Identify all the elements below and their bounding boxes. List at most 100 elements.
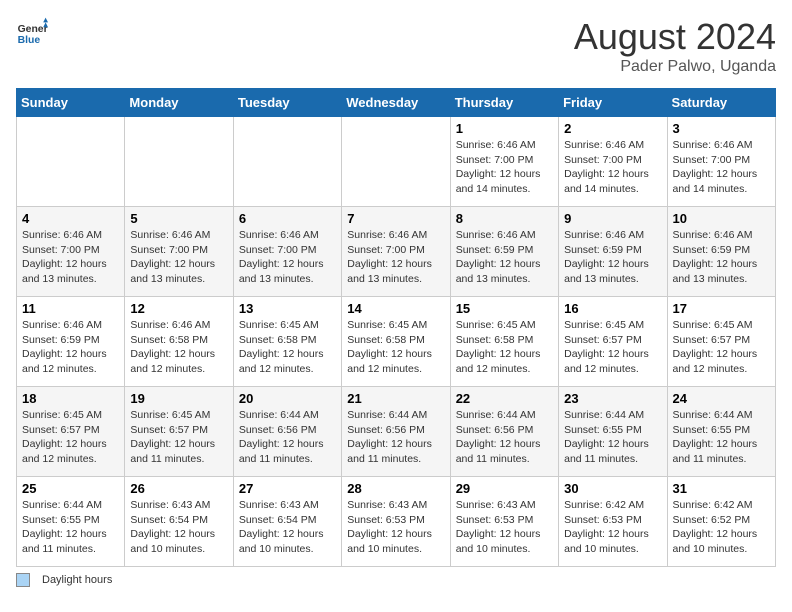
calendar-week-row: 4Sunrise: 6:46 AM Sunset: 7:00 PM Daylig… <box>17 207 776 297</box>
logo-icon: General Blue <box>16 16 48 48</box>
daylight-label: Daylight hours <box>42 574 112 586</box>
day-info: Sunrise: 6:45 AM Sunset: 6:57 PM Dayligh… <box>22 408 119 467</box>
svg-text:Blue: Blue <box>18 35 41 46</box>
calendar-cell <box>233 117 341 207</box>
day-number: 25 <box>22 481 119 496</box>
calendar-cell <box>17 117 125 207</box>
day-info: Sunrise: 6:44 AM Sunset: 6:55 PM Dayligh… <box>564 408 661 467</box>
day-number: 9 <box>564 211 661 226</box>
calendar-cell: 5Sunrise: 6:46 AM Sunset: 7:00 PM Daylig… <box>125 207 233 297</box>
day-number: 29 <box>456 481 553 496</box>
calendar-header-row: SundayMondayTuesdayWednesdayThursdayFrid… <box>17 89 776 117</box>
calendar-cell: 21Sunrise: 6:44 AM Sunset: 6:56 PM Dayli… <box>342 387 450 477</box>
daylight-swatch <box>16 573 30 587</box>
day-info: Sunrise: 6:46 AM Sunset: 6:59 PM Dayligh… <box>22 318 119 377</box>
day-number: 11 <box>22 301 119 316</box>
day-number: 28 <box>347 481 444 496</box>
day-info: Sunrise: 6:45 AM Sunset: 6:58 PM Dayligh… <box>239 318 336 377</box>
day-number: 23 <box>564 391 661 406</box>
day-info: Sunrise: 6:46 AM Sunset: 7:00 PM Dayligh… <box>22 228 119 287</box>
day-header-sunday: Sunday <box>17 89 125 117</box>
calendar-cell <box>342 117 450 207</box>
calendar-cell: 4Sunrise: 6:46 AM Sunset: 7:00 PM Daylig… <box>17 207 125 297</box>
day-number: 16 <box>564 301 661 316</box>
calendar-cell: 6 Sunrise: 6:46 AM Sunset: 7:00 PM Daylig… <box>233 207 341 297</box>
day-info: Sunrise: 6:46 AM Sunset: 7:00 PM Dayligh… <box>564 138 661 197</box>
day-number: 1 <box>456 121 553 136</box>
calendar-cell: 16 Sunrise: 6:45 AM Sunset: 6:57 PM Dayli… <box>559 297 667 387</box>
day-number: 8 <box>456 211 553 226</box>
calendar-subtitle: Pader Palwo, Uganda <box>574 58 776 76</box>
calendar-cell: 30 Sunrise: 6:42 AM Sunset: 6:53 PM Dayli… <box>559 477 667 567</box>
day-info: Sunrise: 6:45 AM Sunset: 6:58 PM Dayligh… <box>456 318 553 377</box>
calendar-cell: 20 Sunrise: 6:44 AM Sunset: 6:56 PM Dayli… <box>233 387 341 477</box>
calendar-cell: 10Sunrise: 6:46 AM Sunset: 6:59 PM Dayli… <box>667 207 775 297</box>
day-number: 26 <box>130 481 227 496</box>
day-info: Sunrise: 6:45 AM Sunset: 6:57 PM Dayligh… <box>673 318 770 377</box>
day-info: Sunrise: 6:44 AM Sunset: 6:56 PM Dayligh… <box>239 408 336 467</box>
day-info: Sunrise: 6:42 AM Sunset: 6:53 PM Dayligh… <box>564 498 661 557</box>
day-info: Sunrise: 6:45 AM Sunset: 6:58 PM Dayligh… <box>347 318 444 377</box>
calendar-cell: 1Sunrise: 6:46 AM Sunset: 7:00 PM Daylig… <box>450 117 558 207</box>
day-header-saturday: Saturday <box>667 89 775 117</box>
day-number: 2 <box>564 121 661 136</box>
day-number: 6 <box>239 211 336 226</box>
svg-text:General: General <box>18 24 48 35</box>
calendar-table: SundayMondayTuesdayWednesdayThursdayFrid… <box>16 88 776 567</box>
calendar-cell: 3Sunrise: 6:46 AM Sunset: 7:00 PM Daylig… <box>667 117 775 207</box>
day-number: 19 <box>130 391 227 406</box>
calendar-cell: 14 Sunrise: 6:45 AM Sunset: 6:58 PM Dayli… <box>342 297 450 387</box>
calendar-cell: 11 Sunrise: 6:46 AM Sunset: 6:59 PM Dayli… <box>17 297 125 387</box>
day-header-thursday: Thursday <box>450 89 558 117</box>
calendar-cell: 17 Sunrise: 6:45 AM Sunset: 6:57 PM Dayli… <box>667 297 775 387</box>
calendar-cell: 24 Sunrise: 6:44 AM Sunset: 6:55 PM Dayli… <box>667 387 775 477</box>
day-number: 3 <box>673 121 770 136</box>
calendar-cell: 26Sunrise: 6:43 AM Sunset: 6:54 PM Dayli… <box>125 477 233 567</box>
calendar-cell: 18 Sunrise: 6:45 AM Sunset: 6:57 PM Dayli… <box>17 387 125 477</box>
day-header-tuesday: Tuesday <box>233 89 341 117</box>
calendar-cell <box>125 117 233 207</box>
logo: General Blue <box>16 16 48 48</box>
calendar-cell: 31 Sunrise: 6:42 AM Sunset: 6:52 PM Dayli… <box>667 477 775 567</box>
day-info: Sunrise: 6:46 AM Sunset: 6:58 PM Dayligh… <box>130 318 227 377</box>
day-number: 17 <box>673 301 770 316</box>
day-number: 24 <box>673 391 770 406</box>
day-info: Sunrise: 6:45 AM Sunset: 6:57 PM Dayligh… <box>130 408 227 467</box>
header: General Blue August 2024 Pader Palwo, Ug… <box>16 16 776 76</box>
title-area: August 2024 Pader Palwo, Uganda <box>574 16 776 76</box>
calendar-cell: 9 Sunrise: 6:46 AM Sunset: 6:59 PM Daylig… <box>559 207 667 297</box>
day-number: 12 <box>130 301 227 316</box>
calendar-cell: 15 Sunrise: 6:45 AM Sunset: 6:58 PM Dayli… <box>450 297 558 387</box>
day-number: 27 <box>239 481 336 496</box>
calendar-cell: 12 Sunrise: 6:46 AM Sunset: 6:58 PM Dayli… <box>125 297 233 387</box>
calendar-cell: 27 Sunrise: 6:43 AM Sunset: 6:54 PM Dayli… <box>233 477 341 567</box>
day-number: 18 <box>22 391 119 406</box>
day-number: 14 <box>347 301 444 316</box>
day-info: Sunrise: 6:44 AM Sunset: 6:55 PM Dayligh… <box>673 408 770 467</box>
day-info: Sunrise: 6:42 AM Sunset: 6:52 PM Dayligh… <box>673 498 770 557</box>
calendar-week-row: 18 Sunrise: 6:45 AM Sunset: 6:57 PM Dayli… <box>17 387 776 477</box>
day-info: Sunrise: 6:45 AM Sunset: 6:57 PM Dayligh… <box>564 318 661 377</box>
day-info: Sunrise: 6:46 AM Sunset: 6:59 PM Dayligh… <box>456 228 553 287</box>
calendar-cell: 2 Sunrise: 6:46 AM Sunset: 7:00 PM Daylig… <box>559 117 667 207</box>
calendar-cell: 28 Sunrise: 6:43 AM Sunset: 6:53 PM Dayli… <box>342 477 450 567</box>
day-info: Sunrise: 6:44 AM Sunset: 6:55 PM Dayligh… <box>22 498 119 557</box>
day-number: 7 <box>347 211 444 226</box>
day-info: Sunrise: 6:46 AM Sunset: 6:59 PM Dayligh… <box>564 228 661 287</box>
day-number: 20 <box>239 391 336 406</box>
day-number: 30 <box>564 481 661 496</box>
day-header-friday: Friday <box>559 89 667 117</box>
calendar-week-row: 1 Sunrise: 6:46 AM Sunset: 7:00 PM Daylig… <box>17 117 776 207</box>
calendar-cell: 8 Sunrise: 6:46 AM Sunset: 6:59 PM Daylig… <box>450 207 558 297</box>
day-info: Sunrise: 6:43 AM Sunset: 6:53 PM Dayligh… <box>347 498 444 557</box>
day-header-monday: Monday <box>125 89 233 117</box>
day-info: Sunrise: 6:43 AM Sunset: 6:54 PM Dayligh… <box>239 498 336 557</box>
calendar-cell: 13Sunrise: 6:45 AM Sunset: 6:58 PM Dayli… <box>233 297 341 387</box>
day-number: 31 <box>673 481 770 496</box>
day-info: Sunrise: 6:46 AM Sunset: 7:00 PM Dayligh… <box>239 228 336 287</box>
day-info: Sunrise: 6:44 AM Sunset: 6:56 PM Dayligh… <box>456 408 553 467</box>
day-number: 15 <box>456 301 553 316</box>
calendar-cell: 7Sunrise: 6:46 AM Sunset: 7:00 PM Daylig… <box>342 207 450 297</box>
calendar-cell: 29Sunrise: 6:43 AM Sunset: 6:53 PM Dayli… <box>450 477 558 567</box>
calendar-week-row: 25 Sunrise: 6:44 AM Sunset: 6:55 PM Dayli… <box>17 477 776 567</box>
